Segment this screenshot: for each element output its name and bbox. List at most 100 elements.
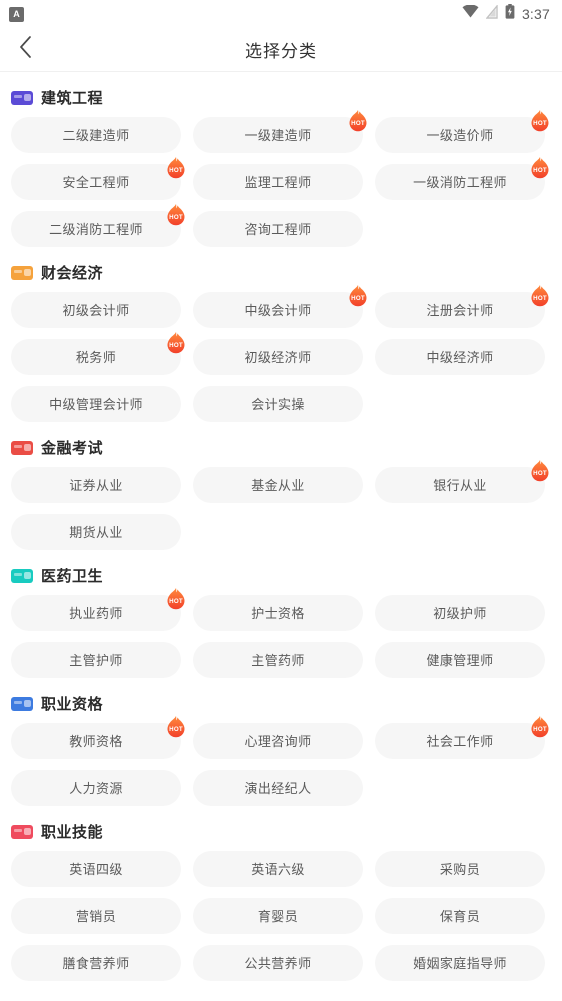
category-chip-label: 采购员: [439, 861, 481, 877]
svg-text:HOT: HOT: [351, 295, 365, 302]
category-chip-label: 证券从业: [69, 477, 123, 493]
category-chip[interactable]: 人力资源: [11, 770, 181, 806]
category-section-title: 职业资格: [41, 696, 104, 713]
category-chip-label: 主管药师: [251, 652, 305, 668]
category-chip[interactable]: 一级造价师 HOT: [375, 110, 549, 153]
category-chip[interactable]: 心理咨询师: [193, 723, 363, 759]
category-chip[interactable]: 会计实操: [193, 386, 363, 422]
back-button[interactable]: [8, 33, 42, 67]
category-chip[interactable]: 税务师 HOT: [11, 332, 185, 375]
category-chip[interactable]: 保育员: [375, 898, 545, 934]
category-chip[interactable]: 主管护师: [11, 642, 181, 678]
category-chip[interactable]: 健康管理师: [375, 642, 545, 678]
category-icon-vocational-skill: [11, 824, 33, 839]
category-chip-label: 心理咨询师: [244, 733, 312, 749]
svg-text:HOT: HOT: [169, 726, 183, 733]
category-icon-medical-health: [11, 568, 33, 583]
category-chip[interactable]: 社会工作师 HOT: [375, 716, 549, 759]
category-chip[interactable]: 英语四级: [11, 851, 181, 887]
category-chip-label: 注册会计师: [426, 302, 494, 318]
status-bar-right: 3:37: [462, 3, 550, 24]
category-chip[interactable]: 采购员: [375, 851, 545, 887]
category-section-header: 财会经济: [0, 247, 562, 292]
category-chip[interactable]: 演出经纪人: [193, 770, 363, 806]
category-chip-label: 期货从业: [69, 524, 123, 540]
category-chip[interactable]: 中级会计师 HOT: [193, 285, 367, 328]
svg-text:HOT: HOT: [533, 295, 547, 302]
svg-text:HOT: HOT: [533, 120, 547, 127]
category-chip[interactable]: 公共营养师: [193, 945, 363, 981]
category-chip-label: 中级管理会计师: [49, 396, 143, 412]
category-chip[interactable]: 初级经济师: [193, 339, 363, 375]
category-chip[interactable]: 咨询工程师: [193, 211, 363, 247]
category-section: 财会经济 初级会计师 中级会计师 HOT 注册会计师 HOT 税务师 HOT 初级经济师 中级经济…: [0, 247, 562, 422]
category-chip-label: 初级会计师: [62, 302, 130, 318]
category-section: 职业资格 教师资格 HOT 心理咨询师 社会工作师 HOT 人力资源 演出经纪人: [0, 678, 562, 806]
category-chip-label: 公共营养师: [244, 955, 312, 971]
category-chip-label: 执业药师: [69, 605, 123, 621]
category-chip-label: 护士资格: [251, 605, 305, 621]
category-chip[interactable]: 主管药师: [193, 642, 363, 678]
status-bar: A 3:37: [0, 0, 562, 28]
category-chip[interactable]: 安全工程师 HOT: [11, 157, 185, 200]
category-chip[interactable]: 一级建造师 HOT: [193, 110, 367, 153]
hot-flame-icon: HOT: [529, 156, 551, 180]
category-chip[interactable]: 中级经济师: [375, 339, 545, 375]
category-chip-label: 一级建造师: [244, 127, 312, 143]
category-section-header: 建筑工程: [0, 72, 562, 117]
status-bar-left: A: [9, 6, 24, 22]
svg-text:HOT: HOT: [533, 167, 547, 174]
category-section: 职业技能英语四级 英语六级 采购员营销员 育婴员 保育员膳食营养师 公共营养师 婚姻家庭指导…: [0, 806, 562, 981]
category-chip[interactable]: 基金从业: [193, 467, 363, 503]
category-section-header: 职业资格: [0, 678, 562, 723]
hot-flame-icon: HOT: [165, 331, 187, 355]
svg-text:HOT: HOT: [169, 342, 183, 349]
app-root: A 3:37 选择分类 建筑工程 二级建造师 一级建造师 HOT 一级造价师 H…: [0, 0, 562, 1001]
category-chip[interactable]: 一级消防工程师 HOT: [375, 157, 549, 200]
category-chip[interactable]: 英语六级: [193, 851, 363, 887]
category-icon-financial-exam: [11, 440, 33, 455]
hot-flame-icon: HOT: [165, 156, 187, 180]
app-notification-icon: A: [9, 6, 24, 22]
category-chip-label: 监理工程师: [244, 174, 312, 190]
svg-text:HOT: HOT: [169, 214, 183, 221]
category-chip-label: 安全工程师: [62, 174, 130, 190]
category-chip[interactable]: 初级护师: [375, 595, 545, 631]
category-chip[interactable]: 二级消防工程师 HOT: [11, 204, 185, 247]
category-section-title: 医药卫生: [41, 568, 104, 585]
category-chip[interactable]: 育婴员: [193, 898, 363, 934]
category-chip-label: 社会工作师: [426, 733, 494, 749]
category-chip[interactable]: 教师资格 HOT: [11, 716, 185, 759]
category-chip-label: 一级造价师: [426, 127, 494, 143]
svg-text:HOT: HOT: [351, 120, 365, 127]
category-chip[interactable]: 银行从业 HOT: [375, 460, 549, 503]
category-chip[interactable]: 注册会计师 HOT: [375, 285, 549, 328]
category-chip[interactable]: 二级建造师: [11, 117, 181, 153]
category-section: 建筑工程 二级建造师 一级建造师 HOT 一级造价师 HOT 安全工程师 HOT 监理工程师 一级…: [0, 72, 562, 247]
category-chip[interactable]: 婚姻家庭指导师: [375, 945, 545, 981]
category-icon-professional-qualification: [11, 696, 33, 711]
category-icon-construction: [11, 90, 33, 105]
nav-bar: 选择分类: [0, 28, 562, 72]
app-icon-letter: A: [13, 8, 20, 19]
category-chip[interactable]: 初级会计师: [11, 292, 181, 328]
page-title: 选择分类: [245, 42, 317, 61]
category-chip[interactable]: 中级管理会计师: [11, 386, 181, 422]
category-list: 建筑工程 二级建造师 一级建造师 HOT 一级造价师 HOT 安全工程师 HOT 监理工程师 一级…: [0, 72, 562, 1001]
category-chip[interactable]: 营销员: [11, 898, 181, 934]
category-section-header: 职业技能: [0, 806, 562, 851]
category-chip[interactable]: 监理工程师: [193, 164, 363, 200]
category-chip[interactable]: 证券从业: [11, 467, 181, 503]
category-chip[interactable]: 膳食营养师: [11, 945, 181, 981]
signal-icon: [485, 3, 498, 24]
category-chip-label: 初级护师: [433, 605, 487, 621]
category-chip[interactable]: 护士资格: [193, 595, 363, 631]
category-chip-label: 人力资源: [69, 780, 123, 796]
category-chip-label: 一级消防工程师: [413, 174, 507, 190]
category-chip-label: 银行从业: [433, 477, 487, 493]
category-chip[interactable]: 执业药师 HOT: [11, 588, 185, 631]
category-chip-label: 演出经纪人: [244, 780, 312, 796]
svg-text:HOT: HOT: [533, 470, 547, 477]
category-chip-label: 英语四级: [69, 861, 123, 877]
category-chip[interactable]: 期货从业: [11, 514, 181, 550]
